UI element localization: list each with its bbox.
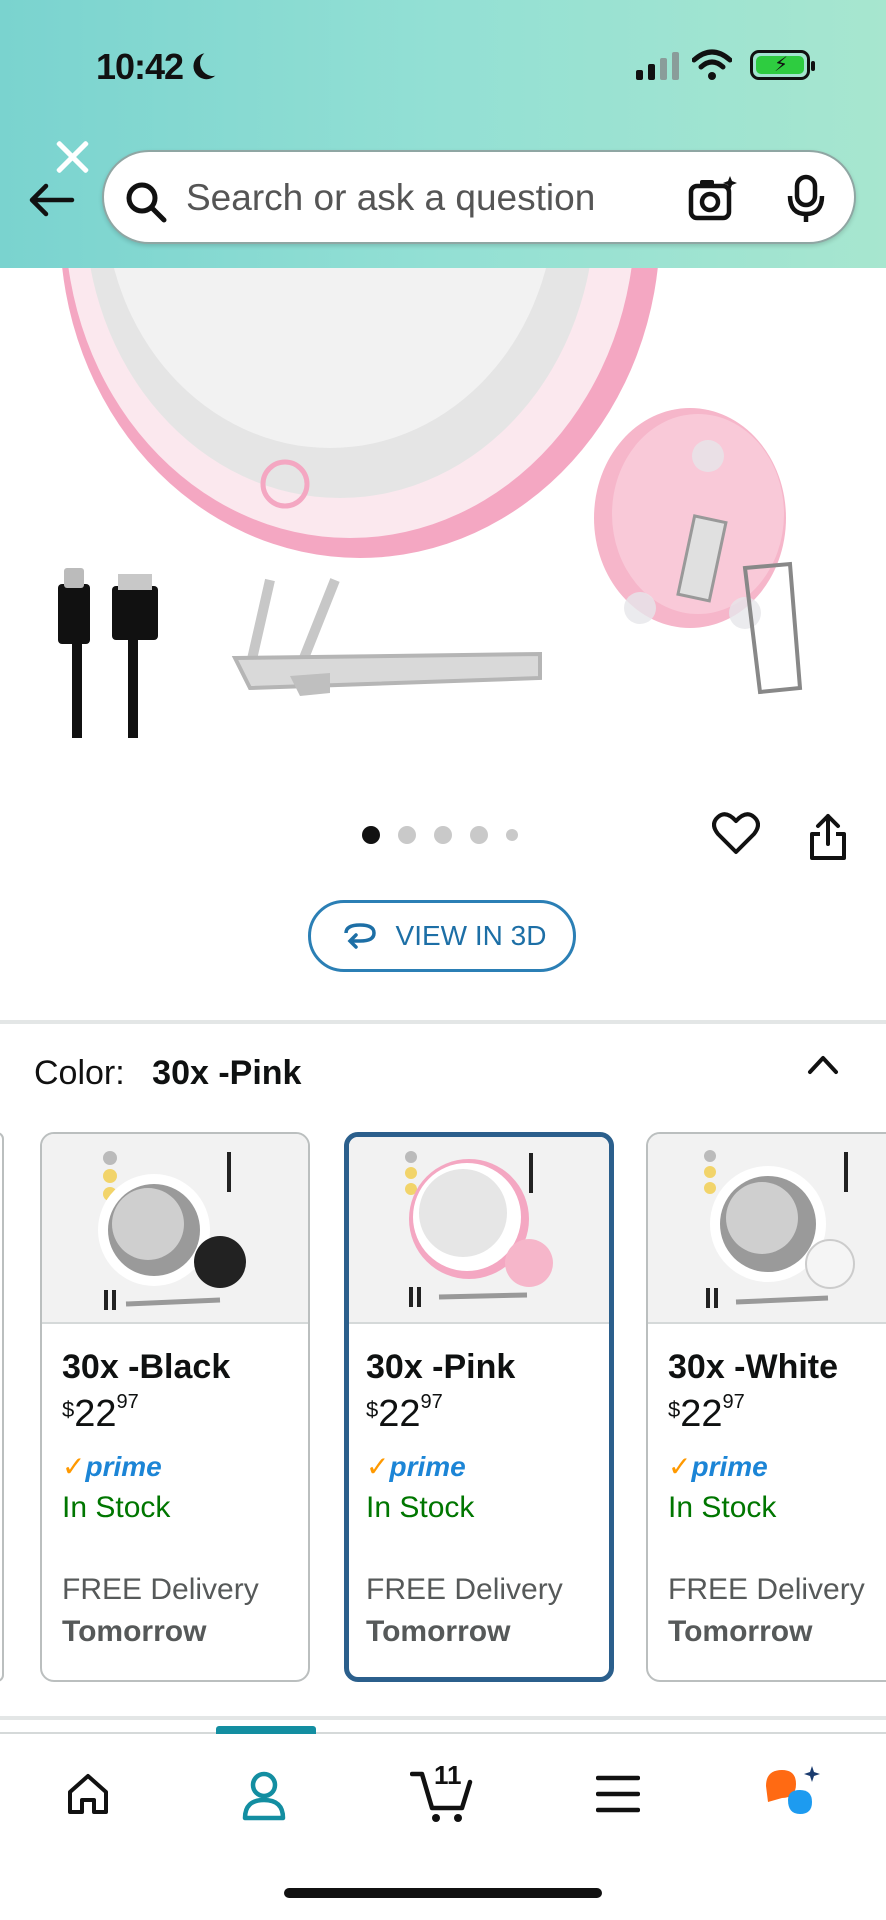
swatch-image-white <box>648 1134 886 1324</box>
delivery-when: Tomorrow <box>668 1615 813 1648</box>
swatch-card-white[interactable]: 30x -White $2297 ✓prime In Stock FREE De… <box>646 1132 886 1682</box>
camera-search-icon[interactable] <box>688 174 738 224</box>
gallery-dot[interactable] <box>470 826 488 844</box>
section-divider <box>0 1020 886 1024</box>
search-icon <box>126 182 167 223</box>
stock-status: In Stock <box>366 1491 475 1524</box>
delivery-text: FREE Delivery <box>62 1573 259 1606</box>
prime-check-icon: ✓ <box>366 1451 390 1482</box>
gallery-dot[interactable] <box>506 829 518 841</box>
home-indicator <box>284 1888 602 1898</box>
focus-moon-icon <box>198 48 228 78</box>
active-tab-indicator <box>216 1726 316 1734</box>
heart-icon[interactable] <box>712 810 760 856</box>
account-icon[interactable] <box>240 1770 288 1822</box>
prime-badge: ✓prime <box>62 1451 162 1482</box>
cell-signal-icon <box>636 50 679 80</box>
color-selector-header: Color: 30x -Pink <box>34 1054 301 1093</box>
swatch-price: $2297 <box>366 1391 443 1435</box>
swatch-price: $2297 <box>668 1391 745 1435</box>
share-icon[interactable] <box>806 812 850 862</box>
battery-icon: ⚡ <box>750 50 815 80</box>
swatch-price: $2297 <box>62 1391 139 1435</box>
back-arrow-icon[interactable] <box>26 180 76 220</box>
swatch-card-pink[interactable]: 30x -Pink $2297 ✓prime In Stock FREE Del… <box>344 1132 614 1682</box>
gallery-dot[interactable] <box>362 826 380 844</box>
stock-status: In Stock <box>62 1491 171 1524</box>
search-input[interactable] <box>186 172 706 224</box>
close-icon[interactable] <box>52 136 92 176</box>
home-icon[interactable] <box>64 1770 112 1818</box>
delivery-text: FREE Delivery <box>366 1573 563 1606</box>
swatch-image-black <box>42 1134 308 1324</box>
swatch-name: 30x -Black <box>62 1348 231 1386</box>
cart-icon[interactable] <box>410 1764 474 1824</box>
selected-color: 30x -Pink <box>152 1054 302 1092</box>
product-image[interactable] <box>0 268 886 768</box>
stock-status: In Stock <box>668 1491 777 1524</box>
prime-badge: ✓prime <box>366 1451 466 1482</box>
delivery-when: Tomorrow <box>366 1615 511 1648</box>
prime-check-icon: ✓ <box>668 1451 692 1482</box>
menu-icon[interactable] <box>596 1774 640 1814</box>
delivery-when: Tomorrow <box>62 1615 207 1648</box>
rufus-assistant-icon[interactable] <box>762 1764 824 1824</box>
color-label: Color: <box>34 1054 125 1092</box>
microphone-icon[interactable] <box>786 174 826 224</box>
gallery-dot[interactable] <box>398 826 416 844</box>
status-time: 10:42 <box>96 46 184 87</box>
prime-check-icon: ✓ <box>62 1451 86 1482</box>
prime-badge: ✓prime <box>668 1451 768 1482</box>
swatch-card-black[interactable]: 30x -Black $2297 ✓prime In Stock FREE De… <box>40 1132 310 1682</box>
mirror-product-illustration <box>58 268 803 738</box>
gallery-dot[interactable] <box>434 826 452 844</box>
chevron-up-icon[interactable] <box>806 1052 840 1076</box>
swatch-name: 30x -Pink <box>366 1348 516 1386</box>
wifi-icon <box>692 49 732 80</box>
swatch-name: 30x -White <box>668 1348 839 1386</box>
swatch-image-pink <box>349 1137 609 1324</box>
search-bar[interactable] <box>102 150 856 244</box>
view-in-3d-button[interactable]: VIEW IN 3D <box>308 900 576 972</box>
header: 10:42 ⚡ <box>0 0 886 268</box>
view-in-3d-label: VIEW IN 3D <box>395 920 547 951</box>
delivery-text: FREE Delivery <box>668 1573 865 1606</box>
swatch-card-partial[interactable] <box>0 1132 4 1682</box>
rotate-3d-icon <box>343 923 376 949</box>
gallery-page-dots <box>362 826 518 844</box>
section-divider <box>0 1716 886 1720</box>
